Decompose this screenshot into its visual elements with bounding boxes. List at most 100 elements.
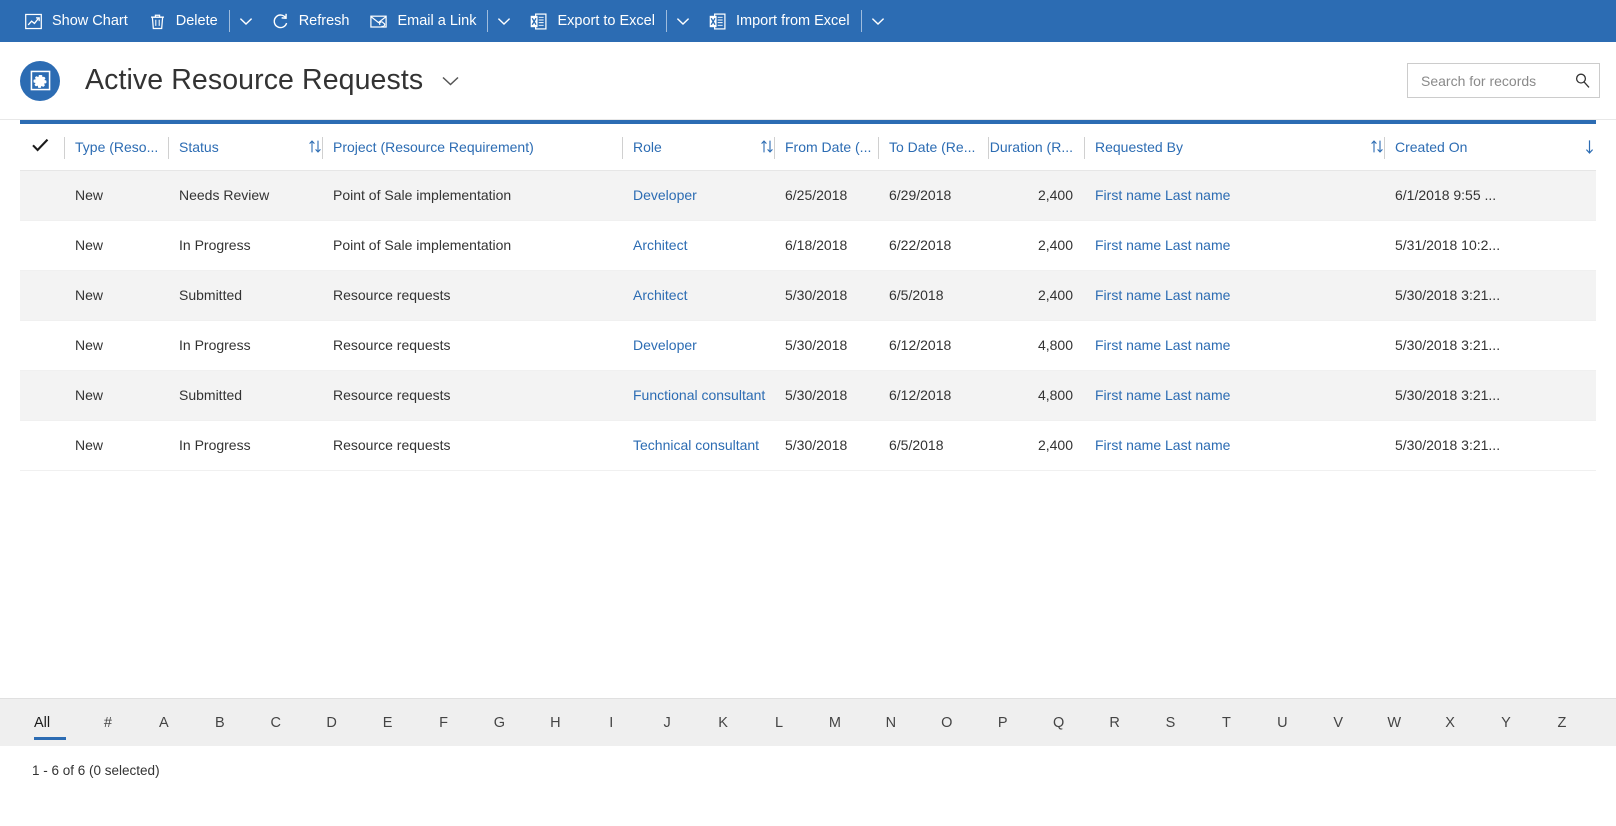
column-header-duration-r[interactable]: Duration (R... [988,124,1084,170]
cell-text: 6/5/2018 [889,437,944,453]
alpha-filter-h[interactable]: H [527,713,583,733]
cell-type: New [64,270,168,320]
column-header-type-reso[interactable]: Type (Reso... [64,124,168,170]
row-select-checkbox[interactable] [20,420,64,470]
alpha-filter-j[interactable]: J [639,713,695,733]
alpha-filter-r[interactable]: R [1087,713,1143,733]
chevron-down-icon[interactable] [231,0,261,42]
cell-link[interactable]: First name Last name [1095,237,1230,253]
table-row[interactable]: NewIn ProgressResource requestsDeveloper… [20,320,1596,370]
table-row[interactable]: NewIn ProgressPoint of Sale implementati… [20,220,1596,270]
column-header-created-on[interactable]: Created On [1384,124,1596,170]
alpha-filter-t[interactable]: T [1198,713,1254,733]
column-header-label: To Date (Re... [889,139,975,155]
cell-text: 5/30/2018 [785,337,847,353]
cell-link[interactable]: First name Last name [1095,337,1230,353]
search-input[interactable] [1419,72,1570,90]
trash-icon [148,12,167,31]
view-selector-chevron-down-icon[interactable] [441,75,460,87]
chevron-down-icon[interactable] [489,0,519,42]
refresh-icon [271,12,290,31]
cell-role: Architect [622,270,774,320]
cell-link[interactable]: Architect [633,287,687,303]
cell-link[interactable]: First name Last name [1095,387,1230,403]
alpha-filter-k[interactable]: K [695,713,751,733]
row-select-checkbox[interactable] [20,370,64,420]
cell-link[interactable]: Functional consultant [633,387,765,403]
cell-link[interactable]: First name Last name [1095,437,1230,453]
alpha-filter-s[interactable]: S [1143,713,1199,733]
cell-status: Submitted [168,370,322,420]
cell-project: Resource requests [322,270,622,320]
show-chart-icon [24,12,43,31]
command-delete-button[interactable]: Delete [138,0,228,42]
checkmark-icon[interactable] [31,137,50,153]
sort-toggle-icon[interactable] [1364,139,1384,154]
cell-link[interactable]: First name Last name [1095,187,1230,203]
alpha-filter-x[interactable]: X [1422,713,1478,733]
alpha-filter-hash[interactable]: # [80,713,136,733]
row-select-checkbox[interactable] [20,170,64,220]
alpha-filter-bar: All#ABCDEFGHIJKLMNOPQRSTUVWXYZ [0,698,1616,746]
cell-link[interactable]: Developer [633,337,697,353]
arrow-down-icon[interactable] [1577,139,1596,155]
chevron-down-icon[interactable] [668,0,698,42]
column-header-project-resource-requirement[interactable]: Project (Resource Requirement) [322,124,622,170]
alpha-filter-i[interactable]: I [583,713,639,733]
alpha-filter-a[interactable]: A [136,713,192,733]
sort-toggle-icon[interactable] [302,139,322,154]
command-show-chart-button[interactable]: Show Chart [14,0,138,42]
table-row[interactable]: NewNeeds ReviewPoint of Sale implementat… [20,170,1596,220]
cell-text: 4,800 [1038,337,1073,353]
column-header-from-date[interactable]: From Date (... [774,124,878,170]
alpha-filter-o[interactable]: O [919,713,975,733]
command-refresh-button[interactable]: Refresh [261,0,360,42]
row-select-checkbox[interactable] [20,220,64,270]
column-header-role[interactable]: Role [622,124,774,170]
cell-text: Point of Sale implementation [333,237,511,253]
table-row[interactable]: NewSubmittedResource requestsArchitect5/… [20,270,1596,320]
cell-link[interactable]: Technical consultant [633,437,759,453]
alpha-filter-d[interactable]: D [304,713,360,733]
alpha-filter-n[interactable]: N [863,713,919,733]
alpha-filter-y[interactable]: Y [1478,713,1534,733]
cell-from-date: 5/30/2018 [774,270,878,320]
cell-from-date: 5/30/2018 [774,320,878,370]
column-header-requested-by[interactable]: Requested By [1084,124,1384,170]
alpha-filter-q[interactable]: Q [1031,713,1087,733]
column-header-label: From Date (... [785,139,871,155]
cell-text: 6/5/2018 [889,287,944,303]
row-select-checkbox[interactable] [20,320,64,370]
alpha-filter-c[interactable]: C [248,713,304,733]
select-all-header[interactable] [20,124,64,170]
column-header-status[interactable]: Status [168,124,322,170]
alpha-filter-u[interactable]: U [1254,713,1310,733]
cell-link[interactable]: First name Last name [1095,287,1230,303]
alpha-filter-w[interactable]: W [1366,713,1422,733]
cell-link[interactable]: Architect [633,237,687,253]
row-select-checkbox[interactable] [20,270,64,320]
chevron-down-icon[interactable] [863,0,893,42]
table-row[interactable]: NewIn ProgressResource requestsTechnical… [20,420,1596,470]
alpha-filter-b[interactable]: B [192,713,248,733]
command-export-to-excel-button[interactable]: Export to Excel [519,0,665,42]
sort-toggle-icon[interactable] [754,139,774,154]
command-email-a-link-button[interactable]: Email a Link [359,0,486,42]
alpha-filter-v[interactable]: V [1310,713,1366,733]
table-row[interactable]: NewSubmittedResource requestsFunctional … [20,370,1596,420]
alpha-filter-p[interactable]: P [975,713,1031,733]
alpha-filter-all[interactable]: All [34,713,80,733]
search-box[interactable] [1407,63,1600,98]
alpha-filter-g[interactable]: G [471,713,527,733]
cell-link[interactable]: Developer [633,187,697,203]
search-icon[interactable] [1570,72,1591,89]
alpha-filter-m[interactable]: M [807,713,863,733]
command-label: Refresh [299,13,350,29]
cell-created-on: 5/30/2018 3:21... [1384,370,1596,420]
column-header-to-date-re[interactable]: To Date (Re... [878,124,988,170]
alpha-filter-z[interactable]: Z [1534,713,1590,733]
alpha-filter-l[interactable]: L [751,713,807,733]
alpha-filter-f[interactable]: F [416,713,472,733]
command-import-from-excel-button[interactable]: Import from Excel [698,0,860,42]
alpha-filter-e[interactable]: E [360,713,416,733]
